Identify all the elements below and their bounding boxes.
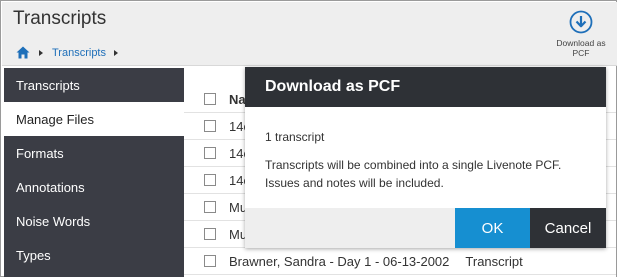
- row-checkbox[interactable]: [204, 201, 216, 213]
- row-checkbox[interactable]: [204, 120, 216, 132]
- sidebar-item-annotations[interactable]: Annotations: [4, 170, 184, 204]
- dialog-footer: OK Cancel: [245, 208, 606, 248]
- breadcrumb-link-transcripts[interactable]: Transcripts: [52, 47, 106, 59]
- row-checkbox[interactable]: [204, 147, 216, 159]
- app-window: Transcripts Transcripts Download as PCF: [0, 0, 617, 277]
- download-pcf-dialog: Download as PCF 1 transcript Transcripts…: [245, 67, 606, 248]
- table-row[interactable]: Brawner, Sandra - Day 1 - 06-13-2002 Tra…: [184, 248, 616, 275]
- ok-button[interactable]: OK: [455, 208, 530, 248]
- page-title: Transcripts: [13, 8, 107, 29]
- download-pcf-label: Download as PCF: [556, 38, 606, 58]
- sidebar-item-types[interactable]: Types: [4, 238, 184, 272]
- dialog-count-text: 1 transcript: [265, 130, 325, 144]
- download-circle-icon: [569, 10, 593, 34]
- cancel-button[interactable]: Cancel: [530, 208, 606, 248]
- breadcrumb: Transcripts: [16, 46, 127, 59]
- column-header-name[interactable]: Na: [229, 92, 246, 107]
- download-pcf-button[interactable]: Download as PCF: [551, 10, 611, 64]
- row-checkbox[interactable]: [204, 228, 216, 240]
- chevron-right-icon: [114, 49, 118, 56]
- sidebar-item-manage-files[interactable]: Manage Files: [4, 102, 184, 136]
- dialog-title: Download as PCF: [245, 67, 606, 107]
- dialog-message: Transcripts will be combined into a sing…: [265, 158, 562, 190]
- select-all-checkbox[interactable]: [204, 93, 216, 105]
- row-name: Brawner, Sandra - Day 1 - 06-13-2002: [229, 253, 450, 269]
- sidebar-item-noise-words[interactable]: Noise Words: [4, 204, 184, 238]
- sidebar: Transcripts Manage Files Formats Annotat…: [4, 68, 184, 277]
- home-icon[interactable]: [16, 46, 30, 59]
- sidebar-item-formats[interactable]: Formats: [4, 136, 184, 170]
- page-header: Transcripts Transcripts Download as PCF: [2, 2, 617, 66]
- row-checkbox[interactable]: [204, 255, 216, 267]
- row-type: Transcript: [465, 253, 523, 269]
- chevron-right-icon: [39, 49, 43, 56]
- row-checkbox[interactable]: [204, 174, 216, 186]
- sidebar-item-transcripts[interactable]: Transcripts: [4, 68, 184, 102]
- dialog-body: 1 transcript Transcripts will be combine…: [245, 107, 606, 192]
